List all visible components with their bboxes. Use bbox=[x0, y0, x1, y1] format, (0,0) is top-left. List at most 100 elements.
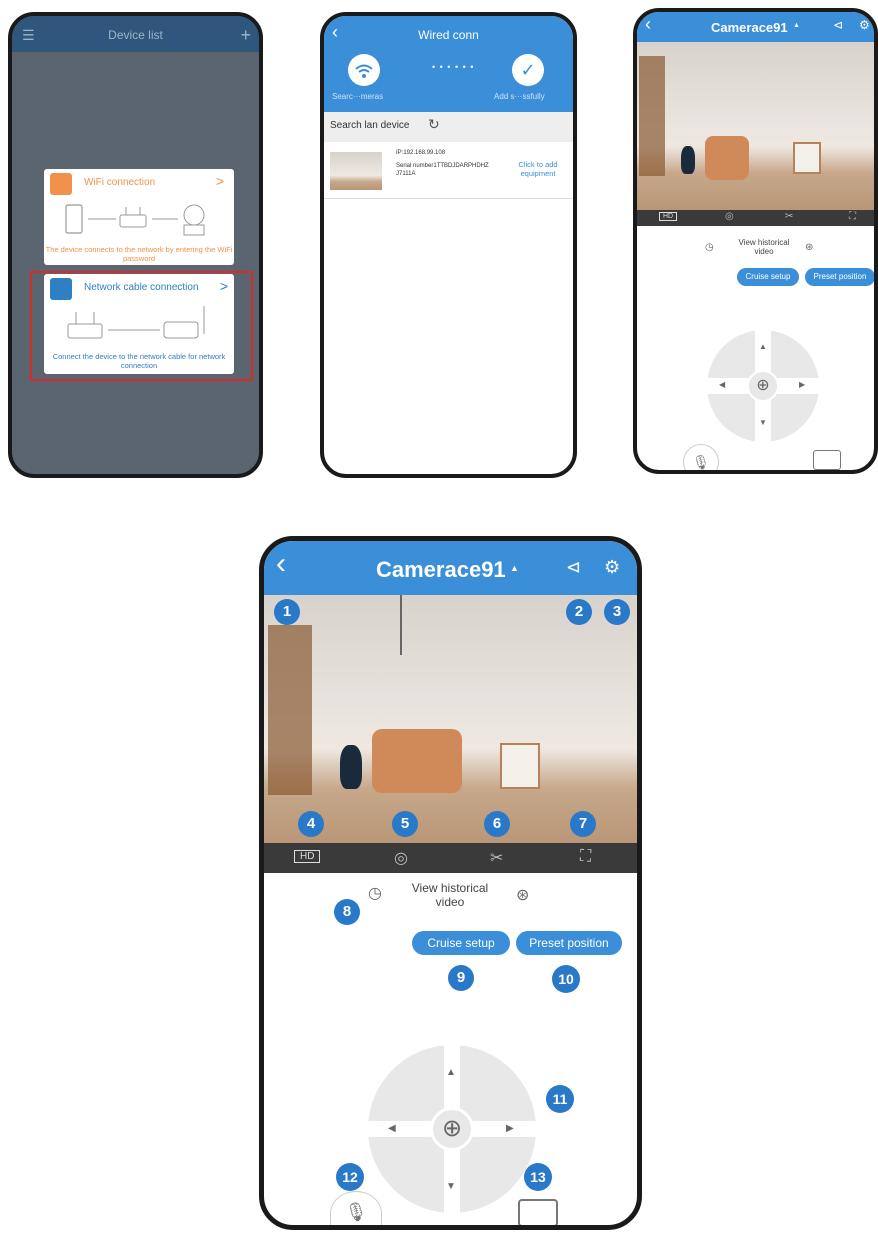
device-list-title: Device list bbox=[108, 28, 163, 42]
add-icon[interactable]: + bbox=[240, 16, 251, 54]
search-lan-label: Search lan device bbox=[330, 120, 410, 131]
preset-position-button[interactable]: Preset position bbox=[516, 931, 622, 955]
armchair-decor bbox=[705, 136, 749, 180]
callout-10: 10 bbox=[552, 965, 580, 993]
video-control-bar: HD ◎ ✂ ⛶ bbox=[637, 210, 874, 226]
ptz-down-arrow-icon[interactable]: ▼ bbox=[446, 1181, 456, 1192]
ptz-up-arrow-icon[interactable]: ▲ bbox=[759, 342, 767, 351]
microphone-icon[interactable]: 🎙 bbox=[330, 1191, 382, 1225]
chevron-down-icon[interactable]: ⊛ bbox=[516, 885, 529, 905]
armchair-decor bbox=[372, 729, 462, 793]
ptz-left-arrow-icon[interactable]: ◀ bbox=[388, 1123, 396, 1134]
search-step-label: Searc···meras bbox=[332, 92, 384, 101]
share-icon[interactable]: ⊲ bbox=[833, 18, 843, 32]
cruise-setup-button[interactable]: Cruise setup bbox=[412, 931, 510, 955]
cable-badge-icon bbox=[50, 278, 72, 300]
scissors-icon[interactable]: ✂ bbox=[490, 848, 503, 868]
ptz-right-arrow-icon[interactable]: ▶ bbox=[506, 1123, 514, 1134]
clock-icon[interactable]: ◷ bbox=[368, 883, 382, 903]
hd-button[interactable]: HD bbox=[294, 850, 321, 863]
camera-title: Camerace91 bbox=[711, 20, 788, 35]
callout-11: 11 bbox=[546, 1085, 574, 1113]
pendant-lamp-decor bbox=[400, 595, 402, 655]
ptz-left-arrow-icon[interactable]: ◀ bbox=[719, 380, 725, 389]
callout-5: 5 bbox=[392, 811, 418, 837]
network-cable-card[interactable]: Network cable connection > Connect the d… bbox=[44, 274, 234, 374]
wired-connection-title: Wired conn bbox=[418, 28, 479, 42]
wifi-badge-icon bbox=[50, 173, 72, 195]
vase-decor bbox=[340, 745, 362, 789]
device-list-screen: ☰ Device list + WiFi connection > The de… bbox=[8, 12, 263, 478]
fullscreen-icon[interactable]: ⛶ bbox=[580, 848, 591, 866]
record-video-icon[interactable] bbox=[518, 1199, 558, 1225]
wifi-icon bbox=[355, 64, 373, 78]
caret-up-icon: ▲ bbox=[793, 22, 800, 29]
crosshair-icon[interactable]: ⊕ bbox=[430, 1107, 474, 1151]
callout-12: 12 bbox=[336, 1163, 364, 1191]
device-thumbnail bbox=[330, 152, 382, 190]
wifi-diagram-icon bbox=[65, 204, 205, 236]
chevron-right-icon: > bbox=[215, 173, 224, 189]
callout-4: 4 bbox=[298, 811, 324, 837]
callout-9: 9 bbox=[448, 965, 474, 991]
gear-icon[interactable]: ⚙ bbox=[604, 557, 620, 578]
wifi-connection-card[interactable]: WiFi connection > The device connects to… bbox=[44, 169, 234, 265]
scissors-icon[interactable]: ✂ bbox=[785, 211, 793, 222]
chevron-down-icon[interactable]: ⊛ bbox=[805, 242, 813, 253]
shelf-decor bbox=[639, 56, 665, 176]
caret-up-icon: ▲ bbox=[510, 563, 519, 573]
view-history-label[interactable]: View historical video bbox=[400, 881, 500, 909]
snapshot-icon[interactable]: ◎ bbox=[725, 211, 734, 222]
back-icon[interactable]: ‹ bbox=[276, 547, 286, 581]
clock-icon[interactable]: ◷ bbox=[705, 242, 714, 253]
wired-connection-header: ‹ Wired conn • • • • • • ✓ Searc···meras… bbox=[324, 16, 573, 112]
fullscreen-icon[interactable]: ⛶ bbox=[849, 211, 856, 222]
back-icon[interactable]: ‹ bbox=[645, 14, 651, 35]
view-history-label[interactable]: View historical video bbox=[729, 238, 799, 256]
snapshot-icon[interactable]: ◎ bbox=[394, 848, 408, 868]
ptz-control-pad[interactable]: ▲ ▼ ◀ ▶ ⊕ bbox=[368, 1045, 536, 1213]
wired-connection-screen: ‹ Wired conn • • • • • • ✓ Searc···meras… bbox=[320, 12, 577, 478]
cable-diagram-icon bbox=[67, 306, 205, 339]
progress-dots: • • • • • • bbox=[432, 62, 475, 72]
network-cable-description: Connect the device to the network cable … bbox=[52, 352, 226, 370]
microphone-icon[interactable]: 🎙 bbox=[683, 444, 719, 470]
callout-3: 3 bbox=[604, 599, 630, 625]
ptz-right-arrow-icon[interactable]: ▶ bbox=[799, 380, 805, 389]
live-video-view[interactable] bbox=[264, 595, 637, 843]
add-equipment-link[interactable]: Click to add equipment bbox=[508, 160, 568, 178]
side-table-decor bbox=[793, 142, 821, 174]
hd-button[interactable]: HD bbox=[659, 212, 678, 221]
callout-13: 13 bbox=[524, 1163, 552, 1191]
device-serial: Serial number1TTBDJDARPHDHZ J7111A bbox=[396, 163, 489, 177]
ptz-up-arrow-icon[interactable]: ▲ bbox=[446, 1067, 456, 1078]
check-icon: ✓ bbox=[512, 54, 544, 86]
chevron-right-icon: > bbox=[219, 278, 228, 294]
callout-8: 8 bbox=[334, 899, 360, 925]
gear-icon[interactable]: ⚙ bbox=[859, 18, 870, 32]
device-ip: IP:192.168.99.108 bbox=[396, 150, 446, 156]
side-table-decor bbox=[500, 743, 540, 789]
crosshair-icon[interactable]: ⊕ bbox=[747, 370, 779, 402]
preset-position-button[interactable]: Preset position bbox=[805, 268, 874, 286]
search-lan-bar: Search lan device ↻ bbox=[324, 112, 573, 142]
menu-icon[interactable]: ☰ bbox=[22, 16, 35, 54]
camera-header: ‹ Camerace91 ▲ ⊲ ⚙ bbox=[264, 541, 637, 595]
camera-header-small: ‹ Camerace91 ▲ ⊲ ⚙ bbox=[637, 12, 874, 42]
cruise-setup-button[interactable]: Cruise setup bbox=[737, 268, 799, 286]
vase-decor bbox=[681, 146, 695, 174]
record-video-icon[interactable] bbox=[813, 450, 841, 470]
callout-6: 6 bbox=[484, 811, 510, 837]
device-result-row: IP:192.168.99.108 Serial number1TTBDJDAR… bbox=[324, 146, 573, 199]
camera-live-screen-small: ‹ Camerace91 ▲ ⊲ ⚙ HD ◎ ✂ ⛶ ◷ View histo… bbox=[633, 8, 878, 474]
wifi-connection-label: WiFi connection bbox=[84, 177, 156, 188]
refresh-icon[interactable]: ↻ bbox=[428, 116, 440, 133]
wifi-connection-description: The device connects to the network by en… bbox=[45, 245, 233, 263]
share-icon[interactable]: ⊲ bbox=[566, 557, 581, 578]
network-cable-label: Network cable connection bbox=[84, 282, 199, 293]
ptz-control-pad[interactable]: ▲ ▼ ◀ ▶ ⊕ bbox=[707, 330, 819, 442]
callout-7: 7 bbox=[570, 811, 596, 837]
ptz-down-arrow-icon[interactable]: ▼ bbox=[759, 418, 767, 427]
callout-1: 1 bbox=[274, 599, 300, 625]
live-video-view[interactable] bbox=[637, 42, 874, 210]
